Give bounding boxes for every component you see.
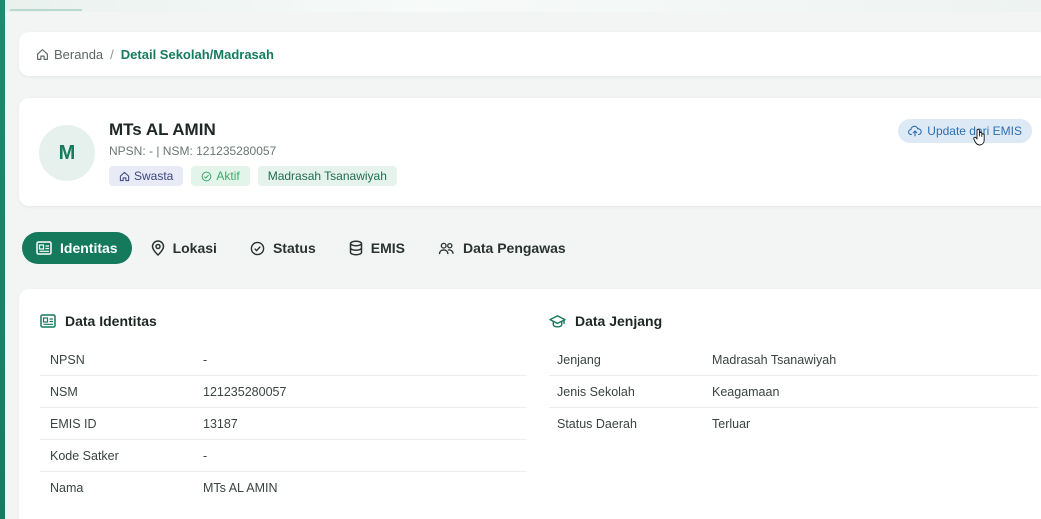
map-pin-icon — [151, 240, 165, 256]
top-strip-indicator — [10, 9, 82, 11]
breadcrumb-separator: / — [110, 46, 114, 62]
school-profile-card: M MTs AL AMIN NPSN: - | NSM: 12123528005… — [19, 98, 1041, 206]
badge-swasta-label: Swasta — [134, 169, 174, 183]
row-label: Jenis Sekolah — [557, 384, 635, 399]
table-row: Jenis Sekolah Keagamaan — [549, 376, 1039, 408]
badge-aktif: Aktif — [191, 166, 250, 186]
data-jenjang-heading: Data Jenjang — [549, 313, 662, 329]
identitas-table: NPSN - NSM 121235280057 EMIS ID 13187 Ko… — [40, 344, 527, 504]
row-label: Jenjang — [557, 352, 601, 367]
tab-data-pengawas-label: Data Pengawas — [462, 240, 566, 256]
row-value: Terluar — [712, 417, 751, 431]
tab-lokasi-label: Lokasi — [172, 240, 217, 256]
home-icon — [36, 48, 49, 61]
id-card-icon — [36, 241, 52, 255]
tab-data-pengawas[interactable]: Data Pengawas — [424, 232, 580, 264]
tab-emis-label: EMIS — [370, 240, 405, 256]
data-identitas-title: Data Identitas — [65, 313, 157, 329]
table-row: NSM 121235280057 — [40, 376, 527, 408]
tab-status-label: Status — [272, 240, 316, 256]
table-row: Nama MTs AL AMIN — [40, 472, 527, 504]
school-name: MTs AL AMIN — [109, 120, 216, 139]
top-strip — [5, 0, 1041, 12]
database-icon — [349, 240, 363, 256]
row-value: Madrasah Tsanawiyah — [712, 352, 837, 367]
tab-emis[interactable]: EMIS — [335, 232, 419, 264]
avatar: M — [39, 125, 95, 181]
cloud-upload-icon — [908, 125, 923, 137]
row-value: MTs AL AMIN — [203, 481, 278, 495]
breadcrumb-home-label: Beranda — [54, 46, 104, 62]
badge-jenjang: Madrasah Tsanawiyah — [257, 166, 397, 186]
badge-group: Swasta Aktif Madrasah Tsanawiyah — [109, 166, 397, 186]
graduation-cap-icon — [549, 314, 566, 329]
table-row: Status Daerah Terluar — [549, 408, 1039, 440]
update-from-emis-button[interactable]: Update dari EMIS — [898, 119, 1032, 143]
row-value: - — [203, 352, 208, 367]
identitas-panel: Data Identitas NPSN - NSM 121235280057 E… — [19, 289, 1041, 519]
check-circle-icon — [201, 171, 212, 182]
row-label: NPSN — [50, 352, 85, 367]
data-jenjang-title: Data Jenjang — [575, 313, 663, 329]
breadcrumb-home-link[interactable]: Beranda — [36, 47, 103, 62]
users-icon — [438, 241, 455, 256]
tab-bar: Identitas Lokasi Status EMIS Data Pengaw… — [22, 232, 580, 264]
table-row: NPSN - — [40, 344, 527, 376]
hand-cursor-icon — [973, 128, 987, 146]
data-identitas-heading: Data Identitas — [40, 313, 157, 329]
tab-identitas-label: Identitas — [60, 240, 118, 256]
row-label: NSM — [50, 384, 78, 399]
row-label: Kode Satker — [50, 448, 119, 463]
row-label: Status Daerah — [557, 417, 637, 431]
row-label: EMIS ID — [50, 416, 97, 431]
id-card-icon — [40, 314, 56, 328]
table-row: Jenjang Madrasah Tsanawiyah — [549, 344, 1039, 376]
table-row: EMIS ID 13187 — [40, 408, 527, 440]
row-value: - — [203, 448, 208, 463]
breadcrumb-current: Detail Sekolah/Madrasah — [120, 46, 274, 62]
home-icon — [119, 171, 130, 182]
school-codes: NPSN: - | NSM: 121235280057 — [109, 144, 277, 158]
tab-identitas[interactable]: Identitas — [22, 232, 132, 264]
row-value: 121235280057 — [203, 384, 287, 399]
row-value: 13187 — [203, 416, 238, 431]
badge-aktif-label: Aktif — [216, 169, 240, 183]
table-row: Kode Satker - — [40, 440, 527, 472]
row-label: Nama — [50, 481, 84, 495]
jenjang-table: Jenjang Madrasah Tsanawiyah Jenis Sekola… — [549, 344, 1039, 440]
tab-lokasi[interactable]: Lokasi — [137, 232, 231, 264]
tab-status[interactable]: Status — [236, 232, 330, 264]
breadcrumb: Beranda / Detail Sekolah/Madrasah — [19, 32, 1041, 76]
badge-swasta: Swasta — [109, 166, 184, 186]
left-accent-bar — [0, 0, 5, 519]
check-circle-icon — [250, 241, 265, 256]
row-value: Keagamaan — [712, 384, 780, 399]
